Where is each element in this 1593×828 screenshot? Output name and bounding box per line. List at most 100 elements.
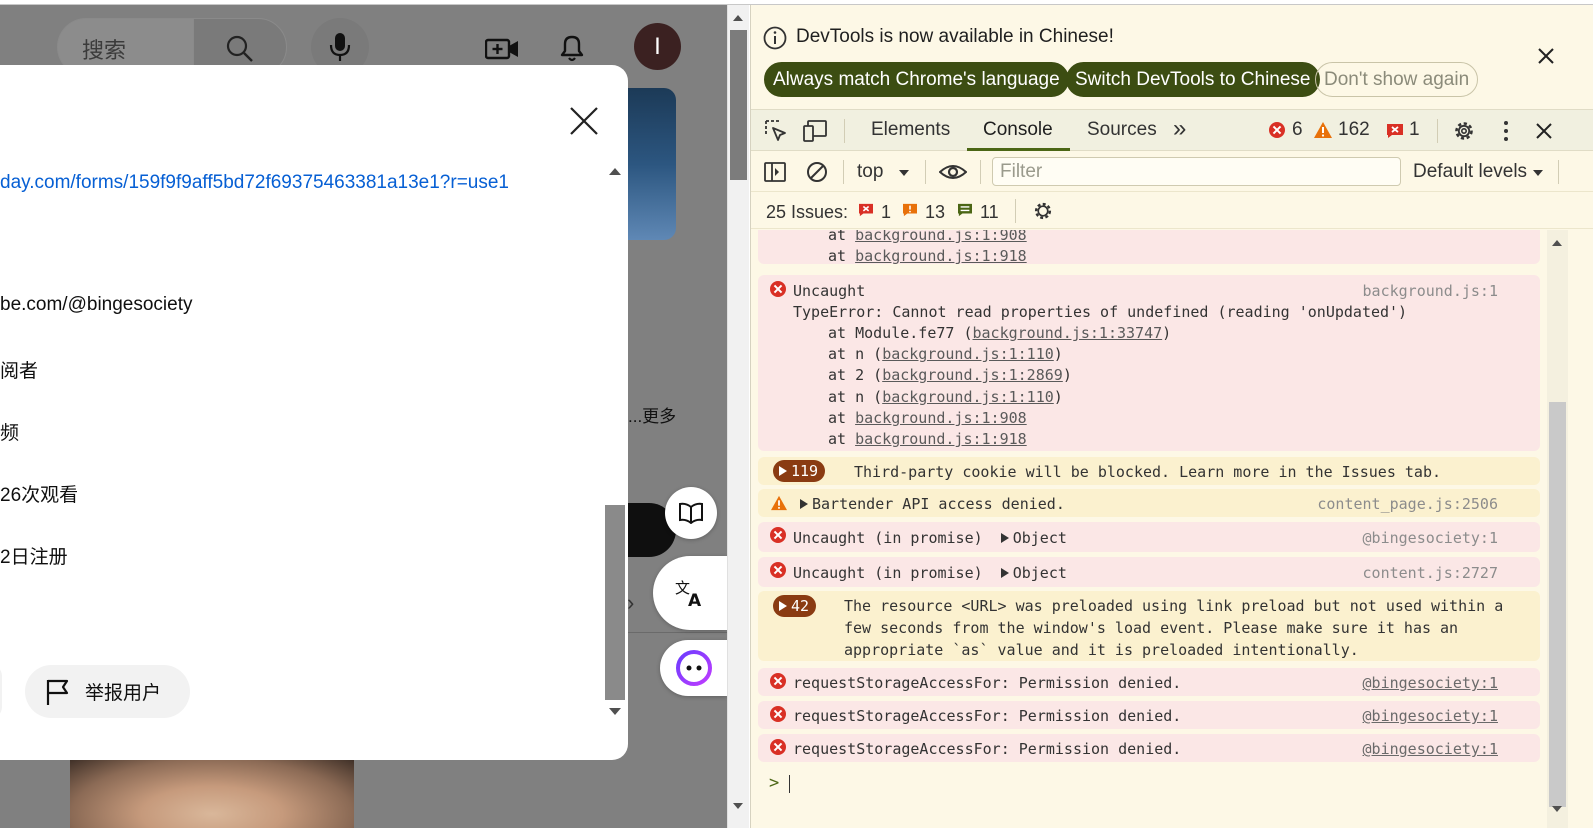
context-selector[interactable]: top (857, 161, 883, 183)
stack-frame: at n ( (828, 345, 883, 363)
clear-console-icon[interactable] (806, 161, 828, 183)
stack-link[interactable]: background.js:1:908 (855, 409, 1027, 427)
translate-button[interactable]: 文 A (653, 556, 727, 630)
error-count[interactable]: 6 (1292, 110, 1303, 151)
dont-show-again-button[interactable]: Don't show again (1315, 62, 1479, 97)
message-source[interactable]: background.js:1 (1363, 282, 1498, 300)
warning-count[interactable]: 162 (1338, 110, 1370, 151)
repeat-count-badge[interactable]: 42 (773, 595, 817, 617)
channel-about-dialog: day.com/forms/159f9f9aff5bd72f6937546338… (0, 65, 628, 760)
stack-link[interactable]: background.js:1:908 (855, 230, 1027, 244)
always-match-language-button[interactable]: Always match Chrome's language (764, 62, 1069, 97)
console-message-error[interactable]: at background.js:1:908 at background.js:… (758, 230, 1540, 265)
stack-frame: at (828, 230, 856, 244)
expand-triangle-icon[interactable] (800, 499, 808, 509)
assistant-button[interactable] (660, 640, 727, 696)
message-source[interactable]: content.js:2727 (1363, 564, 1498, 582)
dropdown-triangle-icon[interactable] (1532, 169, 1544, 177)
view-count: 26次观看 (0, 485, 79, 506)
close-icon[interactable] (1537, 47, 1555, 65)
stack-link[interactable]: background.js:1:2869 (882, 366, 1063, 384)
scroll-down-arrow-icon[interactable] (1551, 805, 1563, 813)
object-label[interactable]: Object (1013, 564, 1067, 582)
console-message-error[interactable]: requestStorageAccessFor: Permission deni… (758, 668, 1540, 696)
svg-text:A: A (688, 591, 702, 608)
eye-icon[interactable] (939, 163, 967, 181)
console-filter-input[interactable]: Filter (992, 157, 1401, 186)
stack-link[interactable]: background.js:1:918 (855, 430, 1027, 448)
page-scrollbar[interactable] (727, 5, 749, 828)
report-user-button[interactable]: 举报用户 (25, 665, 190, 718)
issues-summary-bar[interactable]: 25 Issues: 1 13 11 (751, 193, 1593, 229)
create-video-icon[interactable] (485, 36, 519, 62)
message-source[interactable]: @bingesociety:1 (1363, 674, 1498, 692)
device-toolbar-icon[interactable] (803, 119, 829, 143)
channel-url[interactable]: be.com/@bingesociety (0, 294, 193, 316)
sidebar-toggle-icon[interactable] (764, 161, 786, 183)
message-text: Third-party cookie will be blocked. Lear… (854, 463, 1441, 481)
chevron-right-icon[interactable]: › (627, 590, 634, 616)
issues-settings-gear-icon[interactable] (1032, 200, 1054, 222)
stack-frame-end: ) (1053, 388, 1063, 406)
console-scrollbar-thumb[interactable] (1549, 402, 1566, 807)
console-scrollbar[interactable] (1547, 230, 1568, 828)
console-message-error[interactable]: Uncaught (in promise) Object @bingesocie… (758, 522, 1540, 552)
object-label[interactable]: Object (1013, 529, 1067, 547)
avatar[interactable]: I (634, 23, 681, 70)
close-devtools-icon[interactable] (1535, 122, 1553, 140)
console-message-error[interactable]: Uncaught background.js:1 TypeError: Cann… (758, 275, 1540, 451)
share-button-partial[interactable] (0, 665, 2, 718)
error-icon (770, 706, 786, 722)
more-options-vertical-icon[interactable] (1502, 120, 1510, 142)
console-message-warning[interactable]: 119 Third-party cookie will be blocked. … (758, 457, 1540, 485)
console-message-warning[interactable]: Bartender API access denied. content_pag… (758, 489, 1540, 517)
message-text: Uncaught (in promise) (793, 564, 983, 582)
scroll-up-arrow-icon[interactable] (732, 14, 744, 22)
stack-frame: at n ( (828, 388, 883, 406)
more-tabs-chevron-icon[interactable]: » (1173, 110, 1186, 151)
issues-count[interactable]: 1 (1409, 110, 1420, 151)
scroll-down-arrow-icon[interactable] (732, 802, 744, 810)
stack-link[interactable]: background.js:1:110 (882, 388, 1054, 406)
expand-triangle-icon[interactable] (1000, 568, 1009, 578)
log-levels-dropdown[interactable]: Default levels (1413, 161, 1527, 183)
switch-to-chinese-button[interactable]: Switch DevTools to Chinese (1066, 62, 1320, 97)
book-open-icon (679, 502, 703, 524)
console-message-error[interactable]: requestStorageAccessFor: Permission deni… (758, 701, 1540, 729)
expand-triangle-icon[interactable] (1000, 533, 1009, 543)
console-message-error[interactable]: requestStorageAccessFor: Permission deni… (758, 734, 1540, 762)
stack-link[interactable]: background.js:1:110 (882, 345, 1054, 363)
console-input[interactable] (789, 775, 790, 793)
filter-placeholder: Filter (1000, 161, 1043, 182)
tab-console[interactable]: Console (983, 110, 1053, 151)
channel-link[interactable]: day.com/forms/159f9f9aff5bd72f6937546338… (0, 172, 509, 194)
translate-icon: 文 A (675, 579, 702, 608)
dropdown-triangle-icon[interactable] (898, 169, 910, 177)
error-count-icon (1269, 122, 1285, 138)
console-message-error[interactable]: Uncaught (in promise) Object content.js:… (758, 557, 1540, 587)
close-icon[interactable] (569, 106, 599, 136)
modal-scrollbar-thumb[interactable] (605, 505, 625, 700)
message-text: requestStorageAccessFor: Permission deni… (793, 707, 1182, 725)
modal-scroll-up-arrow[interactable] (609, 168, 621, 175)
tab-sources[interactable]: Sources (1087, 110, 1157, 151)
message-source[interactable]: @bingesociety:1 (1363, 740, 1498, 758)
message-text: TypeError: Cannot read properties of und… (793, 303, 1408, 321)
scroll-up-arrow-icon[interactable] (1551, 239, 1563, 247)
message-source[interactable]: @bingesociety:1 (1363, 707, 1498, 725)
console-message-warning[interactable]: 42 The resource <URL> was preloaded usin… (758, 591, 1540, 661)
video-thumbnail-face[interactable] (70, 758, 354, 828)
message-source[interactable]: @bingesociety:1 (1363, 529, 1498, 547)
stack-link[interactable]: background.js:1:918 (855, 247, 1027, 265)
modal-scroll-down-arrow[interactable] (609, 708, 621, 715)
page-scrollbar-thumb[interactable] (730, 30, 747, 180)
inspect-element-icon[interactable] (764, 119, 788, 143)
message-source[interactable]: content_page.js:2506 (1317, 495, 1498, 513)
tab-elements[interactable]: Elements (871, 110, 950, 151)
more-link[interactable]: ...更多 (628, 402, 676, 427)
stack-link[interactable]: background.js:1:33747 (973, 324, 1163, 342)
settings-gear-icon[interactable] (1452, 119, 1476, 143)
notifications-bell-icon[interactable] (558, 33, 586, 63)
reader-mode-button[interactable] (665, 487, 717, 539)
repeat-count-badge[interactable]: 119 (773, 460, 826, 482)
